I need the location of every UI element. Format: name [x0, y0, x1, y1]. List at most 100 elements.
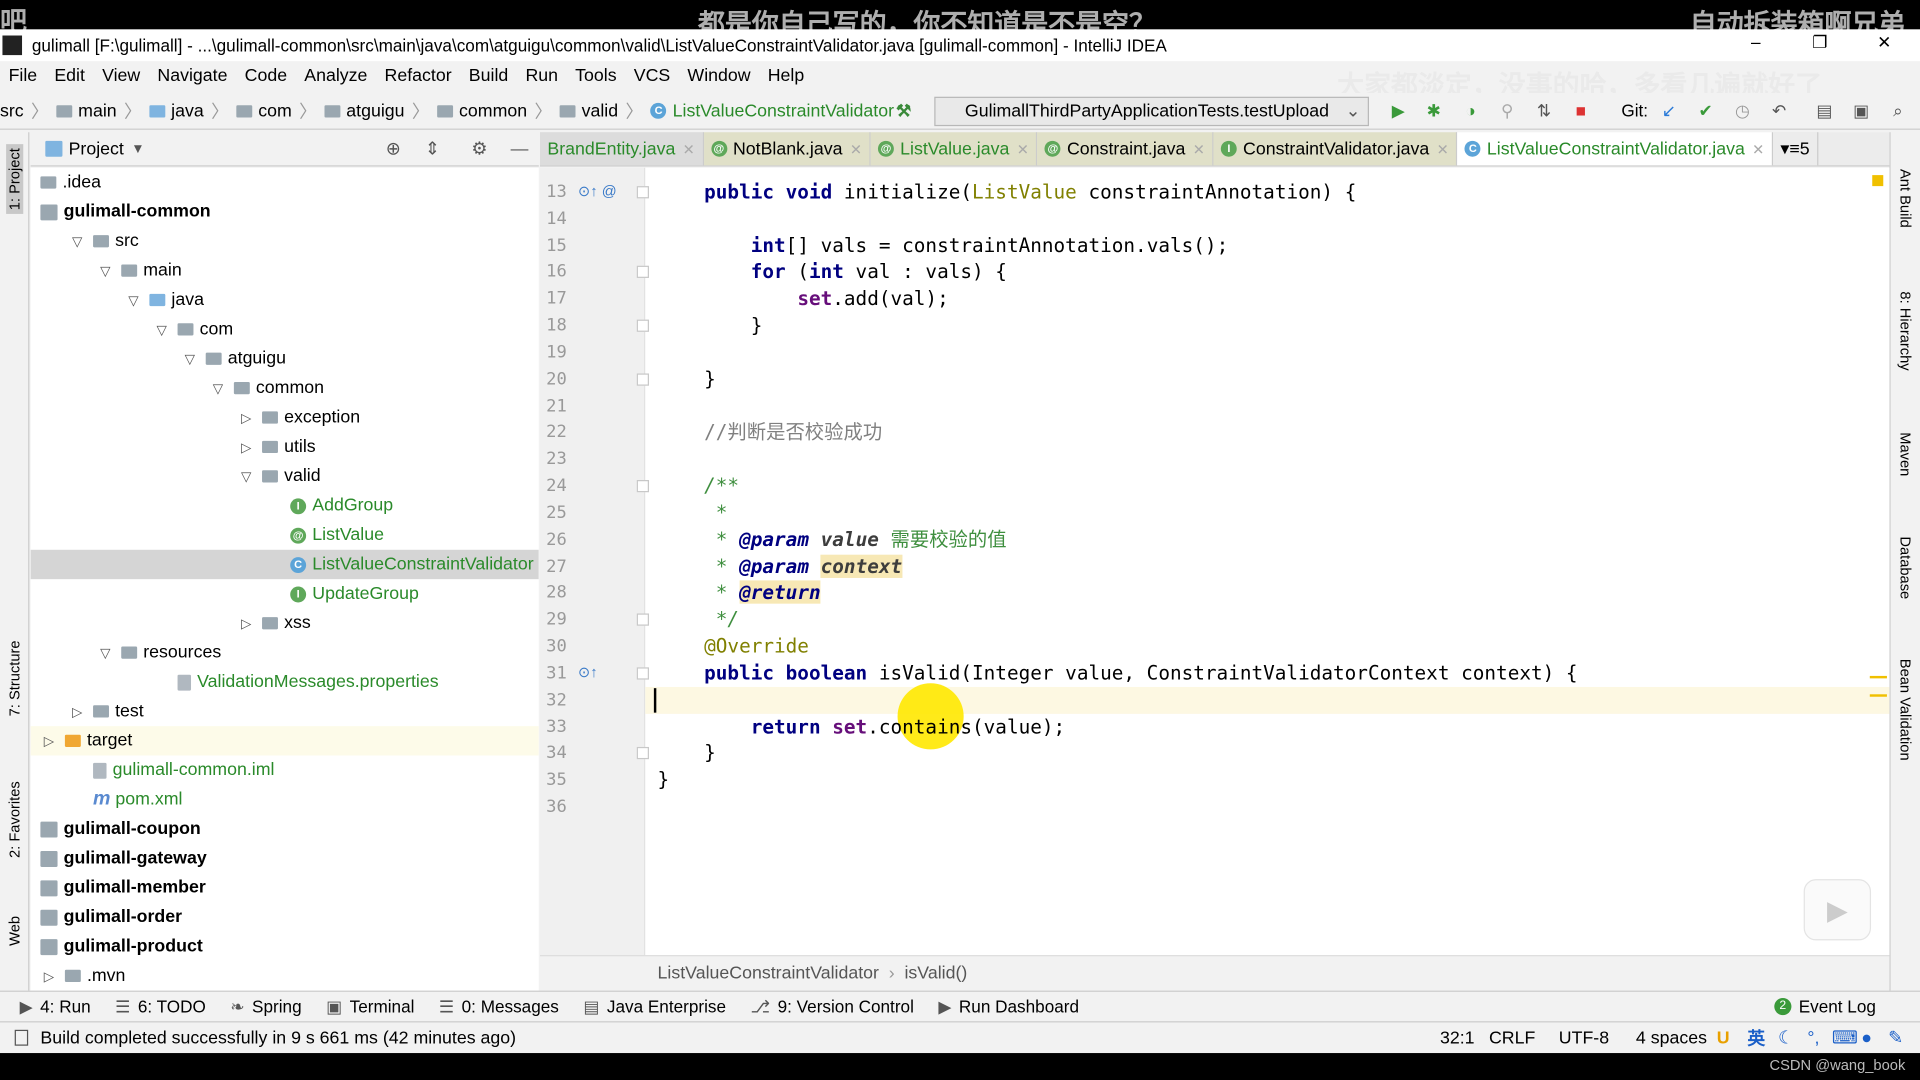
tree-item-xss[interactable]: ▷ xss — [31, 609, 539, 638]
chevron-right-icon[interactable]: ▷ — [238, 410, 255, 426]
tree-item-validationmessages-properties[interactable]: ValidationMessages.properties — [31, 667, 539, 696]
fold-marker-icon[interactable] — [636, 266, 649, 279]
wrench-icon[interactable]: ✎ — [1888, 1028, 1903, 1048]
tree-item-com[interactable]: ▽ com — [31, 315, 539, 344]
toggle-tool-windows-icon[interactable] — [14, 1029, 29, 1046]
tree-item-common[interactable]: ▽ common — [31, 373, 539, 402]
chevron-down-icon[interactable]: ▽ — [181, 351, 198, 367]
tab-listvalueconstraintvalidator-java[interactable]: C ListValueConstraintValidator.java ✕ — [1457, 132, 1774, 166]
caret-position[interactable]: 32:1 — [1440, 1028, 1475, 1048]
tree-item-listvalueconstraintvalidator[interactable]: C ListValueConstraintValidator — [30, 549, 539, 580]
tool-window-0-messages[interactable]: ☰ 0: Messages — [439, 996, 559, 1017]
error-stripe-mark[interactable] — [1869, 675, 1887, 679]
menu-edit[interactable]: Edit — [54, 66, 85, 86]
tree-item-gulimall-product[interactable]: gulimall-product — [31, 932, 539, 961]
git-commit-icon[interactable]: ✔ — [1696, 100, 1716, 120]
tab-brandentity-java[interactable]: BrandEntity.java ✕ — [540, 132, 704, 166]
close-tab-icon[interactable]: ✕ — [850, 140, 862, 157]
ime-moon-icon[interactable]: ☾ — [1778, 1028, 1794, 1048]
chevron-down-icon[interactable]: ▽ — [153, 321, 170, 338]
nav-crumb-com[interactable]: com 〉 — [236, 98, 317, 124]
run-configuration-select[interactable]: GulimallThirdPartyApplicationTests.testU… — [934, 96, 1369, 127]
implements-marker-icon[interactable]: ⊙↑ — [578, 664, 598, 681]
debug-icon[interactable]: ✱ — [1424, 100, 1444, 120]
revert-icon[interactable]: ↶ — [1769, 100, 1789, 120]
tool-window-spring[interactable]: ❧ Spring — [230, 996, 301, 1017]
hide-icon[interactable]: — — [511, 139, 529, 159]
close-tab-icon[interactable]: ✕ — [683, 140, 695, 157]
layout-icon[interactable]: ▣ — [1851, 100, 1871, 120]
tab-notblank-java[interactable]: @ NotBlank.java ✕ — [703, 132, 871, 166]
menu-window[interactable]: Window — [687, 66, 750, 86]
chevron-right-icon[interactable]: ▷ — [69, 703, 86, 720]
fold-marker-icon[interactable] — [636, 613, 649, 627]
event-log-button[interactable]: 2 Event Log — [1774, 997, 1876, 1016]
tool-window-6-todo[interactable]: ☰ 6: TODO — [115, 996, 206, 1017]
tree-item-updategroup[interactable]: I UpdateGroup — [31, 579, 539, 608]
close-button[interactable]: ✕ — [1877, 32, 1891, 53]
nav-crumb-main[interactable]: main 〉 — [56, 98, 142, 124]
keyboard-icon[interactable]: ⌨ — [1832, 1028, 1858, 1048]
fold-marker-icon[interactable] — [636, 373, 649, 386]
chevron-right-icon[interactable]: ▷ — [40, 968, 57, 984]
tree-item-gulimall-member[interactable]: gulimall-member — [31, 873, 539, 902]
chevron-right-icon[interactable]: ▷ — [238, 439, 255, 455]
menu-refactor[interactable]: Refactor — [385, 66, 452, 86]
tree-item-listvalue[interactable]: @ ListValue — [31, 520, 539, 549]
search-icon[interactable]: ⌕ — [1888, 100, 1908, 120]
tree-item-pom-xml[interactable]: m pom.xml — [31, 785, 539, 814]
menu-navigate[interactable]: Navigate — [157, 66, 227, 86]
gear-icon[interactable]: ⚙ — [471, 139, 487, 159]
collapse-icon[interactable]: ⇕ — [425, 139, 440, 159]
tree-item-gulimall-common[interactable]: gulimall-common — [31, 197, 539, 226]
nav-crumb-listvalueconstraintvalidator[interactable]: C ListValueConstraintValidator — [650, 101, 894, 121]
user-icon[interactable]: ● — [1861, 1028, 1872, 1048]
tree-item-java[interactable]: ▽ java — [31, 285, 539, 314]
menu-file[interactable]: File — [9, 66, 38, 86]
fold-marker-icon[interactable] — [636, 667, 649, 680]
close-tab-icon[interactable]: ✕ — [1752, 140, 1764, 157]
nav-crumb-atguigu[interactable]: atguigu 〉 — [324, 98, 430, 124]
tree-item--mvn[interactable]: ▷ .mvn — [31, 961, 539, 990]
minimize-button[interactable]: – — [1751, 32, 1761, 52]
nav-crumb-common[interactable]: common 〉 — [436, 98, 552, 124]
attach-icon[interactable]: ⇅ — [1534, 100, 1554, 120]
tree-item-utils[interactable]: ▷ utils — [31, 432, 539, 461]
fold-marker-icon[interactable] — [636, 319, 649, 333]
menu-vcs[interactable]: VCS — [634, 66, 671, 86]
video-play-icon[interactable]: ▶ — [1803, 879, 1872, 941]
history-icon[interactable]: ◷ — [1733, 100, 1753, 120]
locate-icon[interactable]: ⊕ — [386, 139, 401, 159]
fold-marker-icon[interactable] — [636, 747, 649, 760]
breadcrumb-method[interactable]: isValid() — [904, 963, 967, 983]
line-separator[interactable]: CRLF — [1489, 1028, 1535, 1048]
tree-item-gulimall-gateway[interactable]: gulimall-gateway — [31, 844, 539, 873]
chevron-down-icon[interactable]: ▽ — [125, 292, 142, 308]
chevron-right-icon[interactable]: ▷ — [40, 733, 57, 749]
nav-crumb-java[interactable]: java 〉 — [149, 98, 229, 124]
chevron-down-icon[interactable]: ▽ — [238, 468, 255, 485]
chevron-right-icon[interactable]: ▷ — [238, 615, 255, 632]
breadcrumb-class[interactable]: ListValueConstraintValidator — [658, 963, 879, 983]
ime-punct-icon[interactable]: °, — [1807, 1028, 1819, 1048]
tree-item-main[interactable]: ▽ main — [31, 256, 539, 285]
menu-run[interactable]: Run — [525, 66, 558, 86]
tree-item-atguigu[interactable]: ▽ atguigu — [31, 344, 539, 373]
tab-constraint-java[interactable]: @ Constraint.java ✕ — [1037, 132, 1214, 166]
nav-crumb-valid[interactable]: valid 〉 — [559, 98, 643, 124]
fold-marker-icon[interactable] — [636, 480, 649, 493]
error-stripe-mark[interactable] — [1869, 694, 1887, 697]
chevron-down-icon[interactable]: ▽ — [97, 263, 114, 279]
tree-item-valid[interactable]: ▽ valid — [31, 462, 539, 491]
tree-item-gulimall-coupon[interactable]: gulimall-coupon — [31, 814, 539, 843]
indent-setting[interactable]: 4 spaces — [1636, 1028, 1707, 1048]
tool-window-4-run[interactable]: ▶ 4: Run — [20, 996, 91, 1017]
tool-tab-hierarchy[interactable]: 8: Hierarchy — [1897, 291, 1914, 370]
project-view-select[interactable]: Project — [69, 139, 124, 159]
tab-constraintvalidator-java[interactable]: I ConstraintValidator.java ✕ — [1213, 132, 1458, 166]
status-message[interactable]: Build completed successfully in 9 s 661 … — [40, 1028, 516, 1048]
close-tab-icon[interactable]: ✕ — [1193, 140, 1205, 157]
dropdown-arrow-icon[interactable]: ▼ — [131, 141, 144, 156]
tree-item-gulimall-order[interactable]: gulimall-order — [31, 902, 539, 931]
tree-item-exception[interactable]: ▷ exception — [31, 403, 539, 432]
